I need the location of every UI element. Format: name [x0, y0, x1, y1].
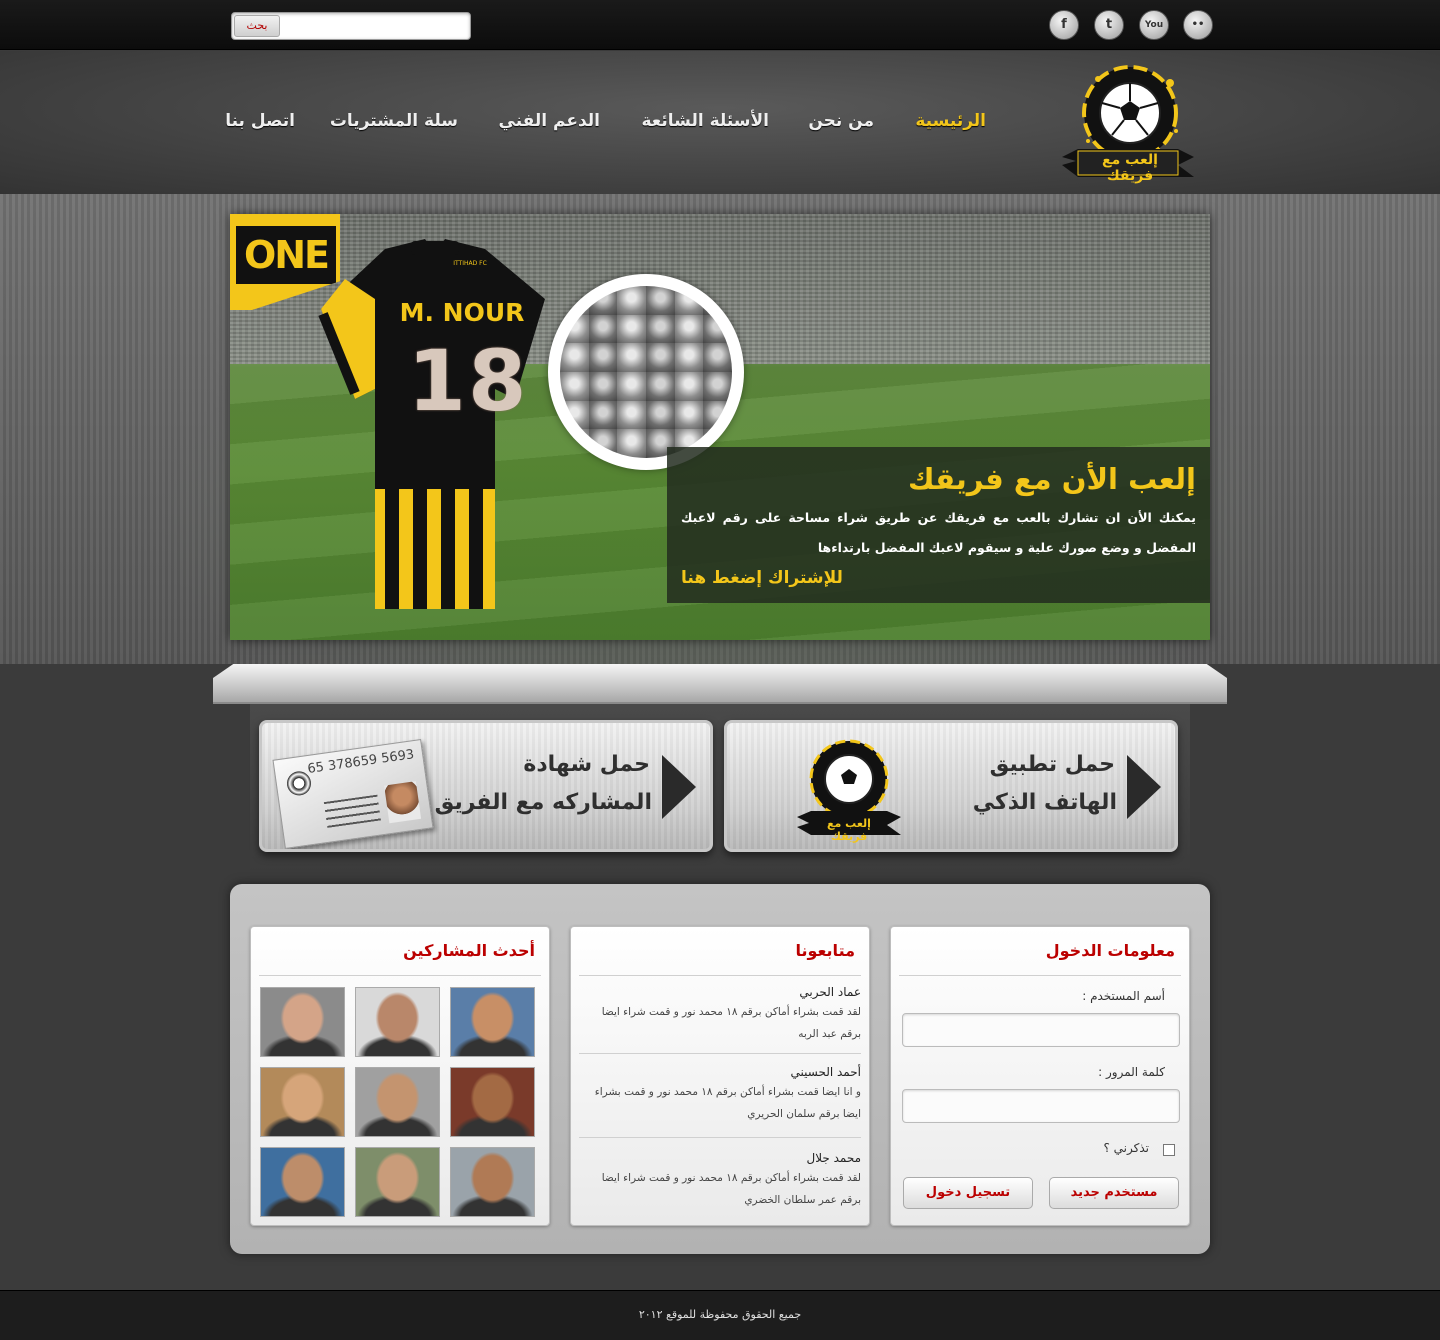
search-button[interactable]: بحث [234, 15, 280, 37]
card-text-lines [323, 794, 381, 828]
app-download-promo[interactable]: حمل تطبيق الهاتف الذكي إلعب مع فريقك [724, 720, 1178, 852]
face-mosaic [560, 286, 732, 458]
search-box: بحث [231, 12, 471, 40]
participants-panel: أحدث المشاركين [250, 926, 550, 1226]
password-field[interactable] [902, 1089, 1180, 1123]
password-label: كلمة المرور : [1098, 1065, 1165, 1079]
participant-avatar[interactable] [355, 1067, 440, 1137]
participant-avatar[interactable] [260, 1147, 345, 1217]
participant-avatar[interactable] [355, 987, 440, 1057]
arrow-right-icon [662, 755, 696, 819]
participant-avatar[interactable] [450, 987, 535, 1057]
remember-label: تذكرني ؟ [1103, 1141, 1150, 1155]
follower-text: لقد قمت بشراء أماكن برقم ١٨ محمد نور و ق… [601, 1006, 861, 1040]
participant-avatar[interactable] [260, 1067, 345, 1137]
login-title: معلومات الدخول [1045, 941, 1175, 960]
jersey-club: ITTIHAD FC [453, 260, 487, 267]
copyright-text: جميع الحقوق محفوظة للموقع ٢٠١٢ [638, 1308, 802, 1321]
follower-item: عماد الحربي لقد قمت بشراء أماكن برقم ١٨ … [581, 983, 861, 1045]
certificate-promo-line2: المشاركه مع الفريق [434, 790, 652, 815]
face-mosaic-bubble [548, 274, 744, 470]
nav-support[interactable]: الدعم الفني [499, 111, 600, 131]
twitter-icon[interactable]: t [1094, 10, 1124, 40]
nav-about[interactable]: من نحن [808, 111, 874, 131]
app-promo-line1: حمل تطبيق [989, 752, 1115, 777]
hero-banner: ONE M. NOUR 18 ITTIHAD FC إلعب الأن مع ف… [230, 214, 1210, 640]
follower-text: لقد قمت بشراء أماكن برقم ١٨ محمد نور و ق… [601, 1172, 861, 1206]
divider [579, 1053, 861, 1054]
follower-name[interactable]: محمد جلال [581, 1149, 861, 1167]
nav-contact[interactable]: اتصل بنا [225, 111, 295, 131]
divider [579, 1137, 861, 1138]
search-input[interactable] [284, 16, 466, 36]
arrow-right-icon [1127, 755, 1161, 819]
shelf-divider [213, 664, 1227, 704]
logo-text: إلعب مع فريقك [1102, 152, 1158, 184]
follower-item: محمد جلال لقد قمت بشراء أماكن برقم ١٨ مح… [581, 1149, 861, 1211]
participant-avatar[interactable] [260, 987, 345, 1057]
card-photo [384, 781, 422, 824]
hero-info-panel: إلعب الأن مع فريقك يمكنك الأن ان تشارك ب… [667, 447, 1210, 603]
nav-home[interactable]: الرئيسية [915, 111, 986, 131]
youtube-icon[interactable]: You [1139, 10, 1169, 40]
top-bar: بحث f t You •• [0, 0, 1440, 50]
login-button[interactable]: تسجيل دخول [903, 1177, 1033, 1209]
jersey-name: M. NOUR [399, 298, 525, 327]
flickr-icon[interactable]: •• [1183, 10, 1213, 40]
hero-title: إلعب الأن مع فريقك [907, 462, 1196, 496]
username-label: أسم المستخدم : [1082, 989, 1165, 1003]
header: الرئيسية من نحن الأسئلة الشائعة الدعم ال… [0, 51, 1440, 194]
divider [899, 975, 1181, 976]
divider [259, 975, 541, 976]
certificate-promo-line1: حمل شهادة [523, 752, 650, 777]
membership-card-image: 65 378659 5693 [272, 738, 434, 849]
subscribe-link[interactable]: للإشتراك إضغط هنا [681, 563, 1196, 593]
facebook-icon[interactable]: f [1049, 10, 1079, 40]
follower-text: و انا ايضا قمت بشراء أماكن برقم ١٨ محمد … [594, 1086, 861, 1120]
follower-name[interactable]: عماد الحربي [581, 983, 861, 1001]
jersey-number: 18 [407, 332, 529, 430]
participants-title: أحدث المشاركين [403, 941, 535, 960]
follower-item: أحمد الحسيني و انا ايضا قمت بشراء أماكن … [581, 1063, 861, 1125]
register-button[interactable]: مستخدم جديد [1049, 1177, 1179, 1209]
card-number: 65 378659 5693 [306, 747, 416, 778]
certificate-download-promo[interactable]: حمل شهادة المشاركه مع الفريق 65 378659 5… [259, 720, 713, 852]
footer: جميع الحقوق محفوظة للموقع ٢٠١٢ [0, 1290, 1440, 1340]
participant-avatar[interactable] [450, 1067, 535, 1137]
divider [579, 975, 861, 976]
participant-avatar[interactable] [355, 1147, 440, 1217]
nav-cart[interactable]: سلة المشتريات [330, 111, 458, 131]
hero-description: يمكنك الأن ان تشارك بالعب مع فريقك عن طر… [681, 510, 1196, 555]
follower-name[interactable]: أحمد الحسيني [581, 1063, 862, 1081]
followers-title: متابعونا [795, 941, 855, 960]
nav-faq[interactable]: الأسئلة الشائعة [642, 111, 770, 131]
username-field[interactable] [902, 1013, 1180, 1047]
app-logo-text: إلعب مع فريقك [827, 817, 871, 843]
followers-panel: متابعونا عماد الحربي لقد قمت بشراء أماكن… [570, 926, 870, 1226]
login-panel: معلومات الدخول أسم المستخدم : كلمة المرو… [890, 926, 1190, 1226]
participant-avatar[interactable] [450, 1147, 535, 1217]
remember-checkbox[interactable] [1163, 1144, 1175, 1156]
app-promo-line2: الهاتف الذكي [972, 790, 1117, 815]
